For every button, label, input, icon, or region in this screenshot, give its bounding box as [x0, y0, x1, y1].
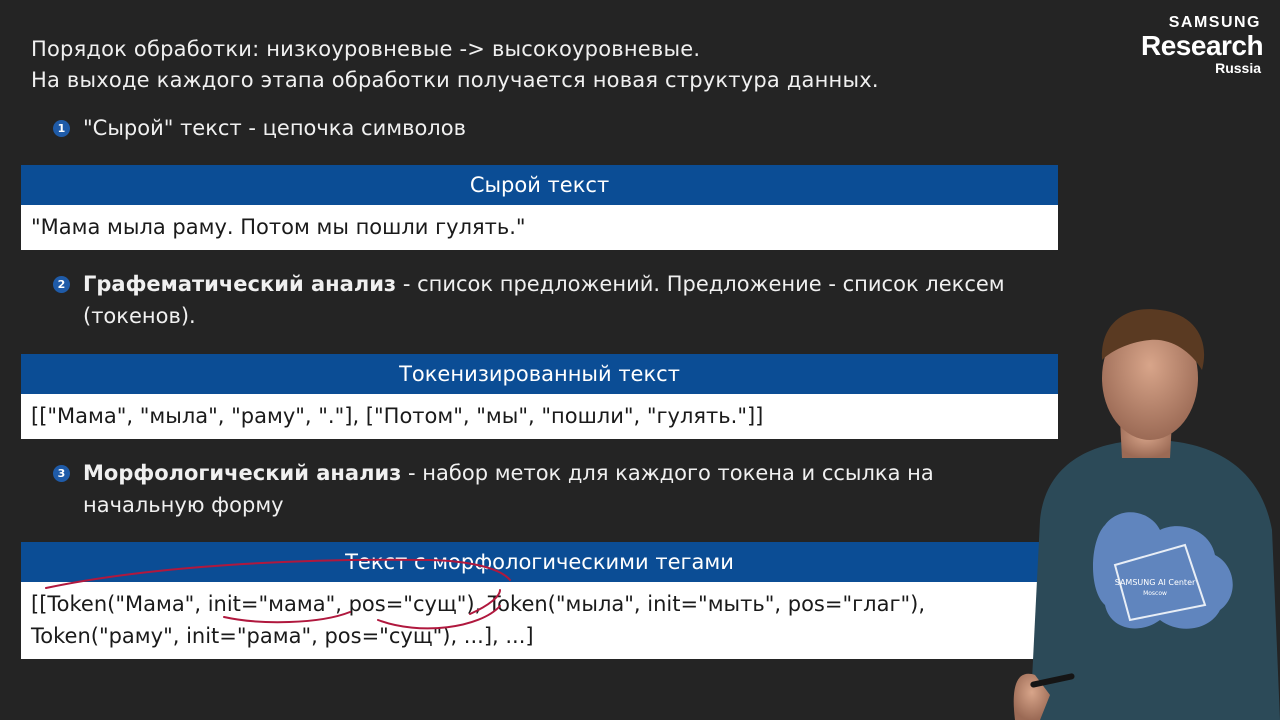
logo-line-2: Research	[1141, 30, 1264, 61]
step-3-description-continued: начальную форму	[83, 493, 284, 517]
step-3: 3 Морфологический анализ - набор меток д…	[53, 457, 1013, 523]
raw-text-line: "Мама мыла раму. Потом мы пошли гулять."	[31, 215, 526, 239]
raw-text-block-title: Сырой текст	[21, 165, 1058, 205]
step-2-text-wrap: Графематический анализ - список предложе…	[83, 268, 1005, 332]
intro-line-2: На выходе каждого этапа обработки получа…	[31, 68, 879, 92]
shirt-print-text: SAMSUNG AI Center	[1115, 578, 1196, 587]
tokenized-text-block-title: Токенизированный текст	[21, 354, 1058, 394]
presenter-video: SAMSUNG AI Center Moscow	[1013, 309, 1280, 720]
tokenized-text-block-body: [["Мама", "мыла", "раму", "."], ["Потом"…	[21, 394, 1058, 439]
tokenized-text-line: [["Мама", "мыла", "раму", "."], ["Потом"…	[31, 404, 764, 428]
raw-text-block: Сырой текст "Мама мыла раму. Потом мы по…	[21, 165, 1058, 250]
morph-tags-block-title: Текст с морфологическими тегами	[21, 542, 1058, 582]
morph-tags-line-2: Token("раму", init="рама", pos="сущ"), .…	[31, 624, 534, 648]
morph-tags-line-1: [[Token("Мама", init="мама", pos="сущ"),…	[31, 592, 926, 616]
step-1-number-icon: 1	[53, 120, 70, 137]
morph-tags-block: Текст с морфологическими тегами [[Token(…	[21, 542, 1058, 659]
step-2-number-icon: 2	[53, 276, 70, 293]
raw-text-block-body: "Мама мыла раму. Потом мы пошли гулять."	[21, 205, 1058, 250]
step-3-term: Морфологический анализ	[83, 461, 402, 485]
step-2-description: - список предложений. Предложение - спис…	[396, 272, 1005, 296]
samsung-research-logo: SAMSUNG Research Russia	[1141, 14, 1264, 76]
step-2-description-continued: (токенов).	[83, 304, 196, 328]
step-3-number-icon: 3	[53, 465, 70, 482]
morph-tags-block-body: [[Token("Мама", init="мама", pos="сущ"),…	[21, 582, 1058, 659]
step-2-term: Графематический анализ	[83, 272, 397, 296]
step-1-text: "Сырой" текст - цепочка символов	[83, 116, 466, 140]
logo-line-3: Russia	[1215, 60, 1261, 76]
shirt-print-subtext: Moscow	[1143, 590, 1167, 597]
slide: Порядок обработки: низкоуровневые -> выс…	[0, 0, 1280, 720]
tokenized-text-block: Токенизированный текст [["Мама", "мыла",…	[21, 354, 1058, 439]
step-1: 1 "Сырой" текст - цепочка символов	[53, 112, 1013, 146]
intro-line-1: Порядок обработки: низкоуровневые -> выс…	[31, 37, 701, 61]
step-3-description: - набор меток для каждого токена и ссылк…	[401, 461, 934, 485]
step-2: 2 Графематический анализ - список предло…	[53, 268, 1053, 334]
slide-intro: Порядок обработки: низкоуровневые -> выс…	[31, 34, 879, 96]
step-3-text-wrap: Морфологический анализ - набор меток для…	[83, 457, 934, 521]
